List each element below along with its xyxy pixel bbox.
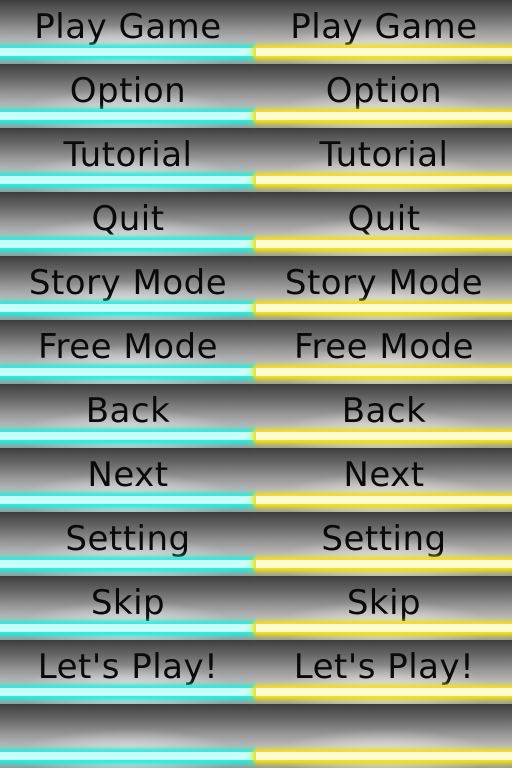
yellow-glow-bar [256, 112, 512, 120]
button-label: Play Game [34, 7, 222, 47]
button-label: Skip [90, 583, 166, 623]
next-button-cyan[interactable]: Next [0, 448, 256, 512]
cyan-glow-bar [0, 496, 256, 504]
yellow-glow-bar [256, 432, 512, 440]
cyan-glow-bar [0, 304, 256, 312]
yellow-glow-bar [256, 560, 512, 568]
tutorial-button-yellow[interactable]: Tutorial [256, 128, 512, 192]
cyan-glow-bar [0, 624, 256, 632]
button-label: Play Game [290, 7, 478, 47]
setting-button-cyan[interactable]: Setting [0, 512, 256, 576]
cyan-glow-bar [0, 368, 256, 376]
option-button-cyan[interactable]: Option [0, 64, 256, 128]
skip-button-cyan[interactable]: Skip [0, 576, 256, 640]
cyan-glow-bar [0, 112, 256, 120]
cyan-glow-bar [0, 176, 256, 184]
button-label: Setting [321, 519, 447, 559]
option-button-yellow[interactable]: Option [256, 64, 512, 128]
button-label: Quit [91, 199, 165, 239]
cyan-glow-bar [0, 560, 256, 568]
button-label: Free Mode [293, 327, 475, 367]
yellow-glow-bar [256, 240, 512, 248]
cyan-glow-bar [0, 752, 256, 760]
yellow-glow-bar [256, 752, 512, 760]
button-label: Next [87, 455, 169, 495]
yellow-glow-bar [256, 368, 512, 376]
play-game-button-yellow[interactable]: Play Game [256, 0, 512, 64]
tutorial-button-cyan[interactable]: Tutorial [0, 128, 256, 192]
button-label: Let's Play! [37, 647, 219, 687]
quit-button-cyan[interactable]: Quit [0, 192, 256, 256]
button-label: Back [341, 391, 427, 431]
button-label: Skip [346, 583, 422, 623]
button-label: Setting [65, 519, 191, 559]
lets-play-button-cyan[interactable]: Let's Play! [0, 640, 256, 704]
button-sprite-sheet: Play Game Option Tutorial Quit Story Mod… [0, 0, 512, 768]
yellow-glow-bar [256, 304, 512, 312]
button-label: Let's Play! [293, 647, 475, 687]
setting-button-yellow[interactable]: Setting [256, 512, 512, 576]
play-game-button-cyan[interactable]: Play Game [0, 0, 256, 64]
back-button-yellow[interactable]: Back [256, 384, 512, 448]
back-button-cyan[interactable]: Back [0, 384, 256, 448]
yellow-glow-bar [256, 624, 512, 632]
cyan-glow-bar [0, 688, 256, 696]
lets-play-button-yellow[interactable]: Let's Play! [256, 640, 512, 704]
story-mode-button-yellow[interactable]: Story Mode [256, 256, 512, 320]
yellow-glow-bar [256, 48, 512, 56]
cyan-glow-bar [0, 48, 256, 56]
button-label: Option [69, 71, 187, 111]
button-label: Free Mode [37, 327, 219, 367]
button-label: Option [325, 71, 443, 111]
button-label: Tutorial [63, 135, 193, 175]
yellow-glow-bar [256, 688, 512, 696]
free-mode-button-cyan[interactable]: Free Mode [0, 320, 256, 384]
cyan-glow-bar [0, 432, 256, 440]
story-mode-button-cyan[interactable]: Story Mode [0, 256, 256, 320]
button-label: Story Mode [28, 263, 228, 303]
blank-button-cyan[interactable] [0, 704, 256, 768]
next-button-yellow[interactable]: Next [256, 448, 512, 512]
button-label: Story Mode [284, 263, 484, 303]
cyan-glow-bar [0, 240, 256, 248]
skip-button-yellow[interactable]: Skip [256, 576, 512, 640]
yellow-button-column: Play Game Option Tutorial Quit Story Mod… [256, 0, 512, 768]
button-label: Tutorial [319, 135, 449, 175]
button-label: Next [343, 455, 425, 495]
button-label: Back [85, 391, 171, 431]
cyan-button-column: Play Game Option Tutorial Quit Story Mod… [0, 0, 256, 768]
yellow-glow-bar [256, 496, 512, 504]
yellow-glow-bar [256, 176, 512, 184]
free-mode-button-yellow[interactable]: Free Mode [256, 320, 512, 384]
button-label: Quit [347, 199, 421, 239]
quit-button-yellow[interactable]: Quit [256, 192, 512, 256]
blank-button-yellow[interactable] [256, 704, 512, 768]
